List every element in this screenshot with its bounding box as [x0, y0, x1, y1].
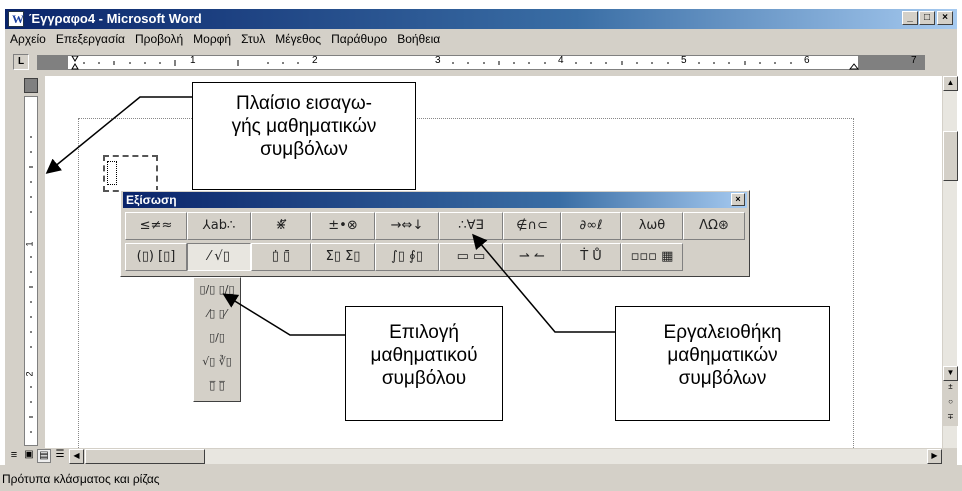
arrow-to-toolbar — [472, 233, 615, 333]
arrow-to-ruler — [45, 96, 192, 174]
callout-arrows — [45, 96, 615, 336]
arrow-to-palette — [222, 293, 345, 336]
